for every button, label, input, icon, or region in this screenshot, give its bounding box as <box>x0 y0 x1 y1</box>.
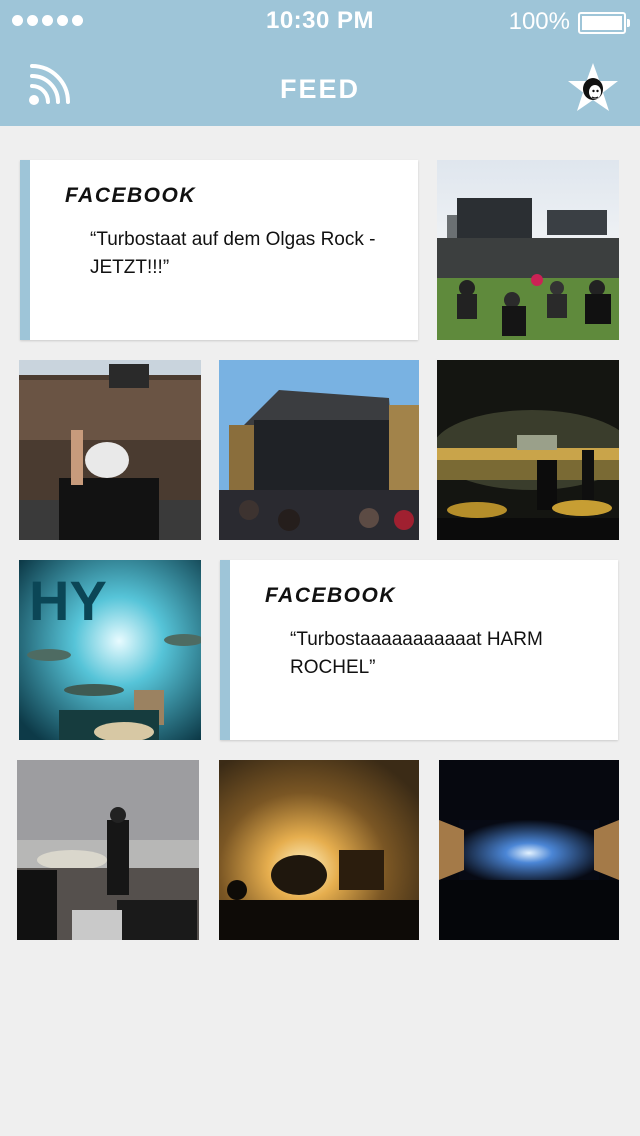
photo-crowd-cap[interactable] <box>19 360 201 540</box>
post-text: “Turbostaaaaaaaaaaat HARM ROCHEL” <box>290 629 543 678</box>
photo-drummer[interactable]: HY <box>19 560 201 740</box>
feed-post-facebook[interactable]: FACEBOOK “Turbostaat auf dem Olgas Rock … <box>20 160 418 340</box>
photo-stage-night[interactable] <box>437 360 619 540</box>
battery-icon <box>578 12 630 34</box>
status-bar: 10:30 PM 100% <box>0 0 640 44</box>
photo-rapper[interactable] <box>17 760 199 940</box>
nav-bar: FEED <box>0 44 640 126</box>
post-accent-stripe <box>20 160 30 340</box>
post-accent-stripe <box>220 560 230 740</box>
feed-post-facebook[interactable]: FACEBOOK “Turbostaaaaaaaaaaat HARM ROCHE… <box>220 560 618 740</box>
post-source: FACEBOOK <box>265 584 397 607</box>
photo-sunset[interactable] <box>219 760 419 940</box>
photo-stage-day[interactable] <box>219 360 419 540</box>
svg-text:HY: HY <box>29 569 107 632</box>
photo-crowd-field[interactable] <box>437 160 619 340</box>
profile-star-icon[interactable] <box>566 62 620 116</box>
header-bar: 10:30 PM 100% FEED <box>0 0 640 126</box>
post-source: FACEBOOK <box>65 184 197 207</box>
battery-percentage: 100% <box>508 8 570 35</box>
page-title: FEED <box>279 74 360 104</box>
photo-blue-stage[interactable] <box>439 760 619 940</box>
post-text: “Turbostaat auf dem Olgas Rock - JETZT!!… <box>90 229 376 278</box>
